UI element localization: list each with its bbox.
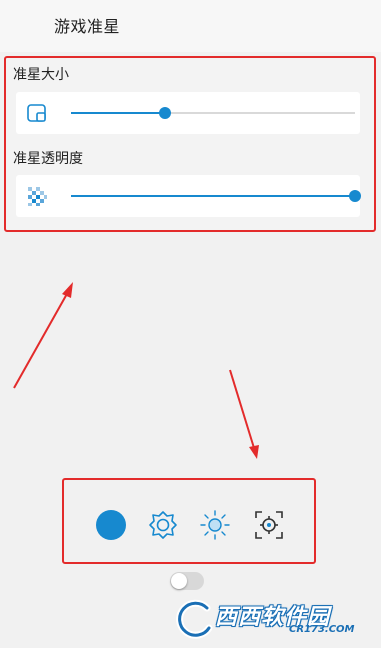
sun-icon[interactable] xyxy=(198,508,232,542)
toggle-knob xyxy=(171,573,187,589)
arrow-up-left xyxy=(13,291,69,389)
watermark-logo-icon xyxy=(176,599,213,639)
gear-icon[interactable] xyxy=(146,508,180,542)
arrowhead-down xyxy=(249,445,259,459)
crosshair-style-toolbar xyxy=(62,478,316,564)
watermark: 西西软件园 CR173.COM xyxy=(173,598,369,642)
filled-circle-icon[interactable] xyxy=(94,508,128,542)
arrow-down-right xyxy=(229,369,255,449)
target-icon[interactable] xyxy=(252,508,286,542)
arrowhead-up xyxy=(62,282,73,298)
crosshair-toggle[interactable] xyxy=(170,572,204,590)
watermark-url: CR173.COM xyxy=(289,624,355,635)
